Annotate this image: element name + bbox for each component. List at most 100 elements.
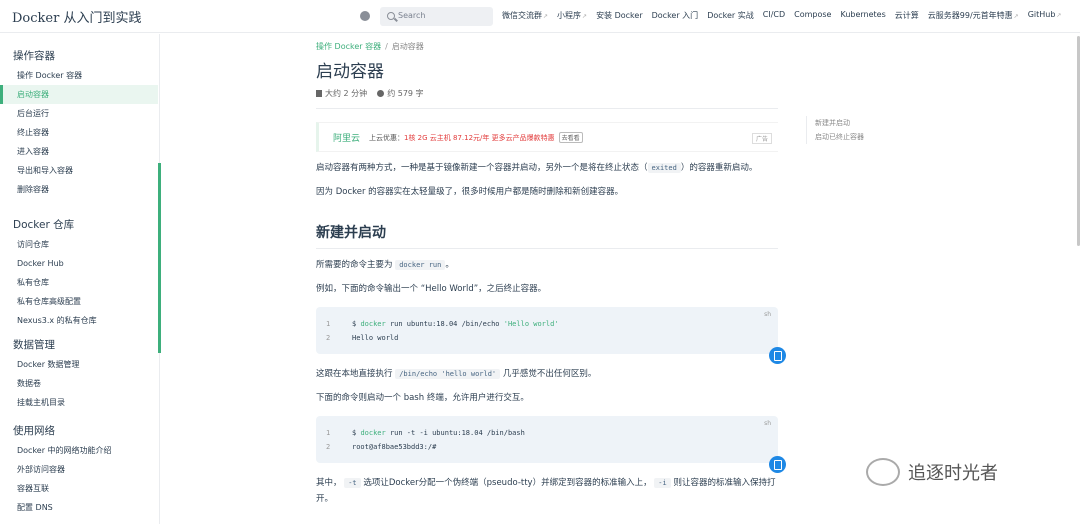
- watermark-text: 追逐时光者: [908, 463, 998, 484]
- sidebar-item[interactable]: 启动容器: [0, 85, 158, 104]
- sidebar-item[interactable]: 操作 Docker 容器: [0, 66, 158, 85]
- code-line: $ docker run ubuntu:18.04 /bin/echo 'Hel…: [352, 320, 559, 328]
- sidebar-item[interactable]: Docker 中的网络功能介绍: [0, 441, 158, 460]
- sidebar-item[interactable]: Nexus3.x 的私有仓库: [0, 311, 158, 330]
- watermark: 追逐时光者: [866, 458, 998, 486]
- search-icon: [387, 12, 395, 20]
- paragraph-bash: 下面的命令则启动一个 bash 终端，允许用户进行交互。: [316, 393, 529, 403]
- paragraph-compare: 这跟在本地直接执行 /bin/echo 'hello world' 几乎感觉不出…: [316, 366, 778, 382]
- external-link-icon: ↗: [582, 13, 588, 20]
- copy-icon[interactable]: [769, 347, 786, 364]
- nav-link-label: Kubernetes: [840, 10, 886, 19]
- inline-code: /bin/echo 'hello world': [395, 369, 501, 379]
- line-number: 1: [326, 429, 331, 437]
- nav-link[interactable]: 云计算: [895, 10, 919, 21]
- section-heading: 新建并启动: [316, 222, 778, 249]
- page-content: 操作 Docker 容器 / 启动容器 启动容器 大约 2 分钟 约 579 字 阿…: [316, 34, 786, 507]
- sidebar-item[interactable]: 进入容器: [0, 142, 158, 161]
- copy-icon[interactable]: [769, 456, 786, 473]
- text: 其中，: [316, 478, 342, 488]
- sidebar-item[interactable]: 访问仓库: [0, 235, 158, 254]
- sidebar-item[interactable]: 容器互联: [0, 479, 158, 498]
- intro-text-b: ）的容器重新启动。: [680, 163, 758, 173]
- paragraph-flags: 其中， -t 选项让Docker分配一个伪终端（pseudo-tty）并绑定到容…: [316, 475, 778, 507]
- nav-link[interactable]: 小程序↗: [557, 10, 587, 21]
- page-meta: 大约 2 分钟 约 579 字: [316, 88, 778, 99]
- nav-link-label: 云服务器99/元首年特惠: [927, 11, 1013, 20]
- nav-link[interactable]: Docker 实战: [707, 10, 754, 21]
- word-count: 约 579 字: [387, 89, 424, 98]
- ad-brand[interactable]: 阿里云: [333, 131, 360, 144]
- sidebar-item[interactable]: Docker 数据管理: [0, 355, 158, 374]
- breadcrumb-parent[interactable]: 操作 Docker 容器: [316, 42, 381, 51]
- sidebar-item[interactable]: 终止容器: [0, 123, 158, 142]
- text: 这跟在本地直接执行: [316, 369, 393, 379]
- search-input[interactable]: Search: [380, 7, 493, 26]
- code-block-1[interactable]: sh 1 2 $ docker run ubuntu:18.04 /bin/ec…: [316, 307, 786, 364]
- paragraph-run-command: 所需要的命令主要为 docker run。: [316, 257, 778, 273]
- page-title: 启动容器: [316, 62, 384, 82]
- search-placeholder: Search: [398, 11, 426, 20]
- ad-text: 上云优惠：1核 2G 云主机 87.12元/年 更多云产品爆款特惠 去看看: [369, 132, 583, 143]
- ad-button[interactable]: 去看看: [558, 132, 583, 143]
- sidebar-item[interactable]: Docker Hub: [0, 254, 158, 273]
- sidebar-item[interactable]: 外部访问容器: [0, 460, 158, 479]
- nav-link[interactable]: 安装 Docker: [596, 10, 643, 21]
- sidebar-item[interactable]: 配置 DNS: [0, 498, 158, 517]
- nav-link[interactable]: 云服务器99/元首年特惠↗: [928, 10, 1019, 21]
- paragraph-example: 例如，下面的命令输出一个 “Hello World”，之后终止容器。: [316, 284, 547, 294]
- nav-link-label: 安装 Docker: [596, 11, 643, 20]
- text: 选项让Docker分配一个伪终端（pseudo-tty）并绑定到容器的标准输入上…: [363, 478, 652, 488]
- nav-link[interactable]: Docker 入门: [652, 10, 699, 21]
- sidebar-group-title[interactable]: 操作容器: [0, 48, 55, 63]
- toc-item[interactable]: 新建并启动: [815, 116, 864, 130]
- intro-text-a: 启动容器有两种方式，一种是基于镜像新建一个容器并启动，另外一个是将在终止状态（: [316, 163, 648, 173]
- inline-code: -t: [344, 478, 361, 488]
- code-lang-label: sh: [764, 420, 771, 427]
- code-line: root@af8bae53bdd3:/#: [352, 443, 437, 451]
- sidebar-item[interactable]: 删除容器: [0, 180, 158, 199]
- nav-link-label: Docker 实战: [707, 11, 754, 20]
- sidebar-item[interactable]: 私有仓库: [0, 273, 158, 292]
- ad-tag: 广告: [751, 133, 772, 144]
- sidebar-group-title[interactable]: Docker 仓库: [0, 217, 74, 232]
- external-link-icon: ↗: [1013, 13, 1019, 20]
- intro-paragraph-2: 因为 Docker 的容器实在太轻量级了，很多时候用户都是随时删除和新创建容器。: [316, 187, 624, 197]
- inline-code: exited: [647, 163, 681, 173]
- sidebar-item[interactable]: 挂载主机目录: [0, 393, 158, 412]
- sidebar-group-title[interactable]: 使用网络: [0, 423, 55, 438]
- sidebar-item[interactable]: 导出和导入容器: [0, 161, 158, 180]
- nav-link[interactable]: 微信交流群↗: [502, 10, 548, 21]
- sidebar-group-title[interactable]: 数据管理: [0, 337, 55, 352]
- inline-code: docker run: [395, 260, 446, 270]
- sidebar: 操作容器操作 Docker 容器 启动容器 后台运行 终止容器 进入容器 导出和导入容器删…: [0, 34, 160, 524]
- theme-toggle-icon[interactable]: [360, 11, 370, 21]
- line-number: 2: [326, 443, 331, 451]
- nav-link-label: 云计算: [894, 11, 919, 20]
- site-name[interactable]: Docker 从入门到实践: [12, 7, 141, 26]
- nav-link-label: GitHub: [1027, 10, 1056, 19]
- nav-links: 微信交流群↗ 小程序↗ 安装 Docker Docker 入门 Docker 实战 CI/…: [502, 10, 1070, 21]
- text: 几乎感觉不出任何区别。: [502, 369, 597, 379]
- sidebar-item[interactable]: 后台运行: [0, 104, 158, 123]
- nav-link[interactable]: Compose: [794, 10, 831, 21]
- sidebar-item[interactable]: 数据卷: [0, 374, 158, 393]
- sidebar-item[interactable]: 私有仓库高级配置: [0, 292, 158, 311]
- navbar: Docker 从入门到实践 Search 微信交流群↗ 小程序↗ 安装 Docker…: [0, 0, 1080, 33]
- ad-banner[interactable]: 阿里云 上云优惠：1核 2G 云主机 87.12元/年 更多云产品爆款特惠 去看看…: [316, 122, 778, 152]
- toc-item[interactable]: 启动已终止容器: [815, 130, 864, 144]
- divider: [316, 108, 778, 109]
- sidebar-scrollbar[interactable]: [158, 163, 161, 353]
- code-block-2[interactable]: sh 1 2 $ docker run -t -i ubuntu:18.04 /…: [316, 416, 786, 473]
- code-line: $ docker run -t -i ubuntu:18.04 /bin/bas…: [352, 429, 525, 437]
- nav-link[interactable]: Kubernetes: [840, 10, 885, 21]
- nav-link-label: Compose: [794, 10, 832, 19]
- ad-highlight[interactable]: 1核 2G 云主机 87.12元/年 更多云产品爆款特惠: [404, 134, 555, 142]
- text: 。: [445, 260, 454, 270]
- word-count-icon: [377, 90, 385, 97]
- nav-link[interactable]: GitHub↗: [1028, 10, 1062, 21]
- nav-link[interactable]: CI/CD: [763, 10, 785, 21]
- external-link-icon: ↗: [543, 13, 549, 20]
- nav-link-label: 小程序: [557, 11, 582, 20]
- inline-code: -i: [654, 478, 671, 488]
